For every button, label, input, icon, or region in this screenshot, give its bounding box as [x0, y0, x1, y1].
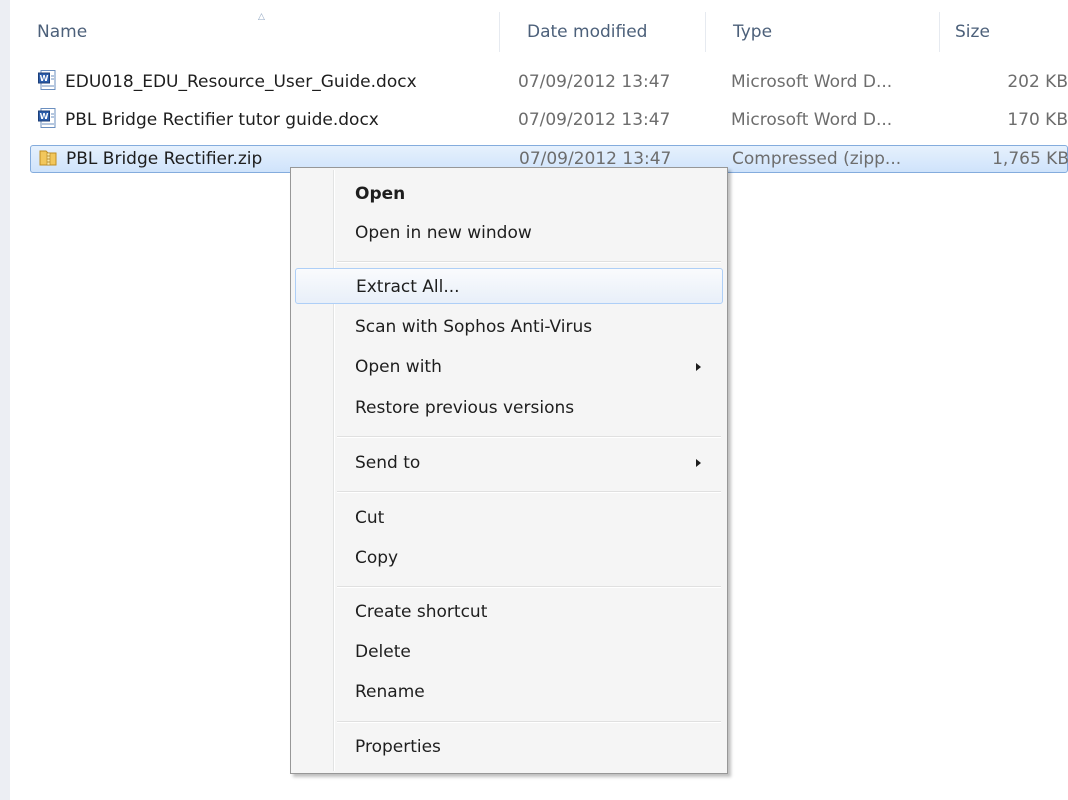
file-row[interactable]: W EDU018_EDU_Resource_User_Guide.docx 07…	[30, 68, 1068, 96]
column-header-bar: △ Name Date modified Type Size	[10, 12, 1068, 52]
column-header-size[interactable]: Size	[928, 12, 1068, 52]
file-size: 170 KB	[1007, 110, 1068, 130]
menu-separator	[337, 586, 721, 588]
svg-text:W: W	[40, 112, 49, 121]
file-type: Microsoft Word D...	[731, 72, 893, 92]
menu-item-rename[interactable]: Rename	[295, 674, 723, 710]
column-header-type[interactable]: Type	[706, 12, 940, 52]
svg-text:W: W	[40, 74, 49, 83]
menu-item-open-with[interactable]: Open with	[295, 349, 723, 385]
file-size: 202 KB	[1007, 72, 1068, 92]
menu-separator	[337, 491, 721, 493]
file-name: PBL Bridge Rectifier.zip	[66, 149, 263, 169]
menu-separator	[337, 261, 721, 263]
menu-item-copy[interactable]: Copy	[295, 540, 723, 576]
menu-item-extract-all[interactable]: Extract All...	[295, 268, 723, 304]
menu-separator	[337, 436, 721, 438]
menu-item-open-in-new-window[interactable]: Open in new window	[295, 215, 723, 251]
file-size: 1,765 KB	[992, 149, 1068, 169]
submenu-arrow-icon	[696, 363, 701, 371]
file-row[interactable]: W PBL Bridge Rectifier tutor guide.docx …	[30, 106, 1068, 134]
menu-item-create-shortcut[interactable]: Create shortcut	[295, 594, 723, 630]
file-date: 07/09/2012 13:47	[518, 72, 671, 92]
file-name: EDU018_EDU_Resource_User_Guide.docx	[65, 72, 417, 92]
word-document-icon: W	[38, 70, 56, 90]
menu-item-send-to[interactable]: Send to	[295, 445, 723, 481]
submenu-arrow-icon	[696, 459, 701, 467]
menu-item-delete[interactable]: Delete	[295, 634, 723, 670]
zip-folder-icon	[39, 150, 57, 166]
file-type: Compressed (zipp...	[732, 149, 902, 169]
context-menu: Open Open in new window Extract All... S…	[290, 167, 728, 774]
menu-item-scan-sophos[interactable]: Scan with Sophos Anti-Virus	[295, 309, 723, 345]
menu-item-open[interactable]: Open	[295, 176, 723, 212]
column-header-date[interactable]: Date modified	[500, 12, 706, 52]
word-document-icon: W	[38, 108, 56, 128]
menu-separator	[337, 721, 721, 723]
file-type: Microsoft Word D...	[731, 110, 893, 130]
menu-item-cut[interactable]: Cut	[295, 500, 723, 536]
column-header-name[interactable]: Name	[10, 12, 500, 52]
file-name: PBL Bridge Rectifier tutor guide.docx	[65, 110, 379, 130]
menu-item-properties[interactable]: Properties	[295, 729, 723, 765]
file-date: 07/09/2012 13:47	[518, 110, 671, 130]
menu-item-restore-previous-versions[interactable]: Restore previous versions	[295, 390, 723, 426]
